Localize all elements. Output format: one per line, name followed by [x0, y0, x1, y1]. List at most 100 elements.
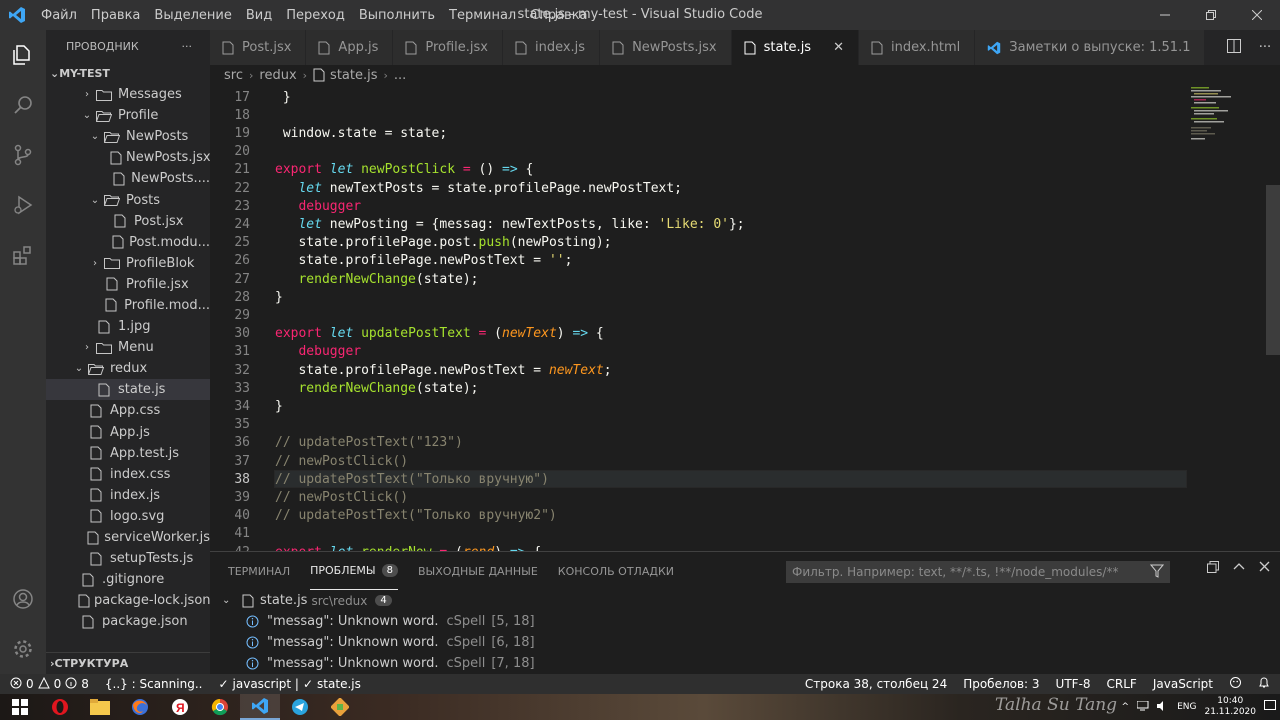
tree-file[interactable]: logo.svg: [46, 506, 210, 527]
tab-output[interactable]: ВЫХОДНЫЕ ДАННЫЕ: [418, 552, 538, 590]
problem-item[interactable]: "messag": Unknown word. cSpell [6, 18]: [210, 632, 1280, 653]
tree-file[interactable]: serviceWorker.js: [46, 527, 210, 548]
tree-file[interactable]: 1.jpg: [46, 316, 210, 337]
tree-folder[interactable]: ⌄ redux: [46, 358, 210, 379]
menu-view[interactable]: Вид: [239, 8, 279, 23]
close-window-icon[interactable]: [1234, 0, 1280, 30]
menu-run[interactable]: Выполнить: [352, 8, 442, 23]
language-indicator[interactable]: ENG: [1177, 702, 1196, 712]
problems-status[interactable]: 0 0 8: [10, 676, 89, 692]
vscode-taskbar-icon[interactable]: [240, 694, 280, 720]
chevron-up-icon[interactable]: ^: [1122, 702, 1130, 712]
editor-tab[interactable]: App.js: [306, 30, 394, 65]
tree-file[interactable]: NewPosts.jsx: [46, 147, 210, 168]
tree-file[interactable]: NewPosts....: [46, 168, 210, 189]
code-editor[interactable]: 17 } 18 19 window.state = state; 20 21 export…: [210, 85, 1280, 551]
menu-file[interactable]: Файл: [34, 8, 84, 23]
tree-folder[interactable]: ⌄ Posts: [46, 189, 210, 210]
cursor-position[interactable]: Строка 38, столбец 24: [805, 677, 947, 691]
encoding[interactable]: UTF-8: [1056, 677, 1091, 691]
volume-icon[interactable]: [1157, 700, 1169, 714]
maximize-panel-icon[interactable]: [1233, 561, 1245, 577]
tree-file[interactable]: setupTests.js: [46, 548, 210, 569]
breadcrumb-symbol[interactable]: ...: [394, 68, 406, 83]
tree-file[interactable]: .gitignore: [46, 569, 210, 590]
run-debug-icon[interactable]: [0, 180, 46, 230]
tree-file[interactable]: Profile.jsx: [46, 274, 210, 295]
code-line[interactable]: 18: [210, 106, 1280, 124]
code-line[interactable]: 23 debugger: [210, 197, 1280, 215]
tree-file[interactable]: state.js: [46, 379, 210, 401]
project-folder[interactable]: ⌄ MY-TEST: [46, 62, 210, 84]
more-actions-icon[interactable]: ···: [1259, 40, 1271, 55]
menu-terminal[interactable]: Терминал: [442, 8, 523, 23]
tab-debug-console[interactable]: КОНСОЛЬ ОТЛАДКИ: [558, 552, 674, 590]
code-line[interactable]: 39 // newPostClick(): [210, 488, 1280, 506]
code-line[interactable]: 34}: [210, 397, 1280, 415]
problem-item[interactable]: "messag": Unknown word. cSpell [5, 18]: [210, 611, 1280, 632]
code-line[interactable]: 31 debugger: [210, 343, 1280, 361]
code-line[interactable]: 35: [210, 416, 1280, 434]
tree-file[interactable]: Profile.mod...: [46, 295, 210, 316]
editor-tab[interactable]: NewPosts.jsx: [600, 30, 732, 65]
filter-icon[interactable]: [1149, 564, 1165, 581]
feedback-icon[interactable]: [1229, 676, 1242, 692]
app-icon[interactable]: [320, 694, 360, 720]
search-icon[interactable]: [0, 80, 46, 130]
menu-help[interactable]: Справка: [523, 8, 594, 23]
tab-terminal[interactable]: ТЕРМИНАЛ: [228, 552, 290, 590]
code-line[interactable]: 38 // updatePostText("Только вручную"): [210, 470, 1280, 489]
tree-folder[interactable]: › ProfileBlok: [46, 253, 210, 274]
editor-tab[interactable]: index.html: [858, 30, 976, 65]
editor-tab[interactable]: state.js ✕: [731, 30, 859, 65]
menu-go[interactable]: Переход: [279, 8, 352, 23]
breadcrumb-redux[interactable]: redux: [259, 68, 296, 83]
code-line[interactable]: 29: [210, 306, 1280, 324]
code-line[interactable]: 42export let renderNow = (rend) => {: [210, 543, 1280, 552]
yandex-browser-icon[interactable]: Я: [160, 694, 200, 720]
scrollbar-thumb[interactable]: [1266, 185, 1280, 355]
line-ending[interactable]: CRLF: [1107, 677, 1137, 691]
code-line[interactable]: 28}: [210, 288, 1280, 306]
account-icon[interactable]: [0, 574, 46, 624]
code-line[interactable]: 40 // updatePostText("Только вручную2"): [210, 507, 1280, 525]
tree-file[interactable]: App.test.js: [46, 443, 210, 464]
source-control-icon[interactable]: [0, 130, 46, 180]
split-editor-icon[interactable]: [1226, 38, 1241, 57]
editor-tab[interactable]: Заметки о выпуске: 1.51.1: [975, 30, 1206, 65]
code-line[interactable]: 33 renderNewChange(state);: [210, 379, 1280, 397]
scanning-status[interactable]: {..} : Scanning..: [105, 677, 203, 691]
close-panel-icon[interactable]: [1259, 561, 1270, 577]
code-line[interactable]: 19 window.state = state;: [210, 124, 1280, 142]
bell-icon[interactable]: [1258, 676, 1270, 692]
gear-icon[interactable]: [0, 624, 46, 674]
language-mode[interactable]: JavaScript: [1153, 677, 1213, 691]
tree-file[interactable]: Post.modu...: [46, 232, 210, 253]
tree-folder[interactable]: › Messages: [46, 84, 210, 105]
network-icon[interactable]: [1136, 700, 1149, 714]
tree-file[interactable]: index.css: [46, 464, 210, 485]
file-explorer-icon[interactable]: [80, 694, 120, 720]
tree-folder[interactable]: ⌄ NewPosts: [46, 126, 210, 147]
minimap[interactable]: [1186, 85, 1266, 551]
tree-file[interactable]: package.json: [46, 611, 210, 632]
code-line[interactable]: 25 state.profilePage.post.push(newPostin…: [210, 234, 1280, 252]
editor-scrollbar[interactable]: [1266, 85, 1280, 551]
problems-file-group[interactable]: ⌄ state.js src\redux 4: [210, 590, 1280, 611]
extensions-icon[interactable]: [0, 230, 46, 280]
menu-edit[interactable]: Правка: [84, 8, 147, 23]
opera-icon[interactable]: [40, 694, 80, 720]
windows-start-icon[interactable]: [0, 694, 40, 720]
clock[interactable]: 10:40 21.11.2020: [1204, 696, 1256, 718]
more-actions-icon[interactable]: ···: [182, 40, 193, 53]
tree-file[interactable]: index.js: [46, 485, 210, 506]
editor-tab[interactable]: index.js: [502, 30, 601, 65]
code-line[interactable]: 30 export let updatePostText = (newText) …: [210, 325, 1280, 343]
outline-section[interactable]: › СТРУКТУРА: [46, 652, 210, 674]
code-line[interactable]: 24 let newPosting = {messag: newTextPost…: [210, 215, 1280, 233]
explorer-icon[interactable]: [0, 30, 46, 80]
chrome-icon[interactable]: [200, 694, 240, 720]
code-line[interactable]: 37 // newPostClick(): [210, 452, 1280, 470]
telegram-icon[interactable]: [280, 694, 320, 720]
code-line[interactable]: 17 }: [210, 88, 1280, 106]
